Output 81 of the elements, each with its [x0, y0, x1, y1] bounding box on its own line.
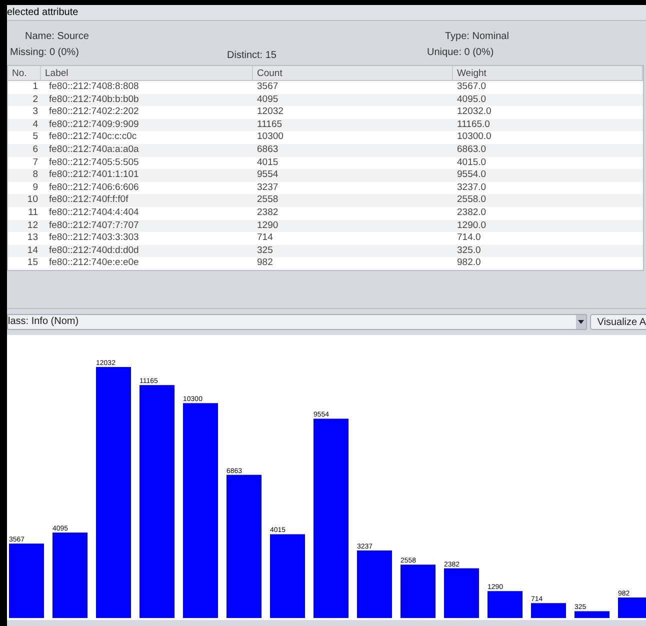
- table-cell-text: 7: [32, 156, 39, 170]
- table-cell-text: fe80::212:740b:b:b0b: [48, 94, 140, 106]
- table-cell-text: fe80::212:7403:3:303: [48, 232, 140, 245]
- table-cell-text: fe80::212:7406:6:606: [48, 182, 140, 194]
- column-header[interactable]: No.: [8, 66, 41, 80]
- table-cell-text: 4015.0: [456, 156, 488, 170]
- table-cell-text: 10: [26, 194, 39, 207]
- distinct-text: Distinct: 15: [227, 49, 278, 63]
- table-cell-text: 12032: [256, 106, 284, 119]
- table-cell-text: 982.0: [456, 257, 482, 270]
- dropdown-caret-icon: [576, 314, 586, 329]
- table-cell-text: fe80::212:740c:c:c0c: [48, 131, 138, 144]
- table-cell-text: 4095.0: [456, 94, 488, 106]
- column-header[interactable]: Weight: [453, 66, 643, 80]
- table-cell-text: fe80::212:740e:e:e0e: [48, 257, 140, 270]
- table-cell-text: fe80::212:740d:d:d0d: [48, 244, 140, 258]
- column-header[interactable]: Count: [253, 66, 453, 80]
- table-cell-text: 4: [32, 118, 39, 132]
- table-cell-text: 13: [26, 232, 39, 245]
- table-cell-text: 3237.0: [456, 182, 488, 194]
- table-cell-text: 11165: [256, 118, 284, 132]
- table-cell-text: 3237: [256, 182, 280, 194]
- table-cell-text: 2: [32, 94, 39, 106]
- table-cell-text: 2382.0: [456, 206, 488, 220]
- table-cell-text: 714.0: [456, 232, 482, 245]
- table-cell-text: 1290.0: [456, 220, 488, 232]
- histogram-bar: [488, 591, 522, 618]
- table-cell-text: fe80::212:7408:8:808: [48, 81, 140, 94]
- table-cell-text: 4095: [256, 94, 280, 106]
- table-cell-text: 714: [256, 232, 274, 245]
- table-cell-text: 9554.0: [456, 169, 488, 182]
- class-dropdown[interactable]: lass: Info (Nom): [7, 314, 588, 330]
- table-cell-text: fe80::212:7407:7:707: [48, 220, 140, 232]
- name-text: Name: Source: [24, 30, 90, 44]
- histogram-bar: [400, 564, 436, 618]
- table-cell-text: 325.0: [456, 244, 482, 258]
- table-cell-text: 3567: [256, 81, 280, 94]
- missing-text: Missing: 0 (0%): [10, 46, 80, 60]
- panel-title: elected attribute: [7, 8, 78, 18]
- table-cell-text: fe80::212:7405:5:505: [48, 156, 140, 170]
- histogram-bar: [531, 603, 566, 618]
- column-header[interactable]: Label: [41, 66, 253, 80]
- table-cell-text: 2382: [256, 206, 280, 220]
- table-cell-text: 12032.0: [456, 106, 492, 119]
- table-cell-text: fe80::212:7401:1:101: [48, 169, 140, 182]
- table-cell-text: 9: [32, 182, 39, 194]
- table-cell-text: 4015: [256, 156, 280, 170]
- type-text: Type: Nominal: [444, 30, 509, 44]
- histogram-bar: [357, 550, 392, 618]
- table-cell-text: 12: [26, 220, 39, 232]
- table-cell-text: fe80::212:7409:9:909: [48, 118, 140, 132]
- table-cell-text: 6: [32, 144, 39, 157]
- table-cell-text: 9554: [256, 169, 280, 182]
- table-cell-text: 5: [32, 131, 39, 144]
- table-cell-text: 10300.0: [456, 131, 492, 144]
- histogram-bar: [618, 597, 646, 618]
- table-cell-text: fe80::212:7402:2:202: [48, 106, 140, 119]
- table-cell-text: 1290: [256, 220, 280, 232]
- class-dropdown-value: lass: Info (Nom): [8, 315, 79, 330]
- table-cell-text: 325: [256, 244, 274, 258]
- table-cell-text: fe80::212:7404:4:404: [48, 206, 140, 220]
- table-cell-text: fe80::212:740f:f:f0f: [48, 194, 130, 207]
- table-cell-text: 10300: [256, 131, 284, 144]
- table-cell-text: 1: [32, 81, 39, 94]
- table-cell-text: 6863: [256, 144, 280, 157]
- histogram-bar: [574, 611, 610, 618]
- table-cell-text: 14: [26, 244, 39, 258]
- table-cell-text: fe80::212:740a:a:a0a: [48, 144, 140, 157]
- table-cell-text: 3: [32, 106, 39, 119]
- table-cell-text: 11: [27, 206, 39, 220]
- table-cell-text: 8: [32, 169, 39, 182]
- table-cell-text: 982: [256, 257, 274, 270]
- table-cell-text: 3567.0: [456, 81, 488, 94]
- table-cell-text: 2558.0: [456, 194, 488, 207]
- table-cell-text: 2558: [256, 194, 280, 207]
- table-cell-text: 6863.0: [456, 144, 488, 157]
- table-cell-text: 11165.0: [456, 118, 491, 132]
- table-cell-text: 15: [26, 257, 39, 270]
- visualize-button[interactable]: Visualize A: [590, 314, 646, 330]
- histogram-bar: [444, 568, 479, 618]
- unique-text: Unique: 0 (0%): [427, 46, 495, 60]
